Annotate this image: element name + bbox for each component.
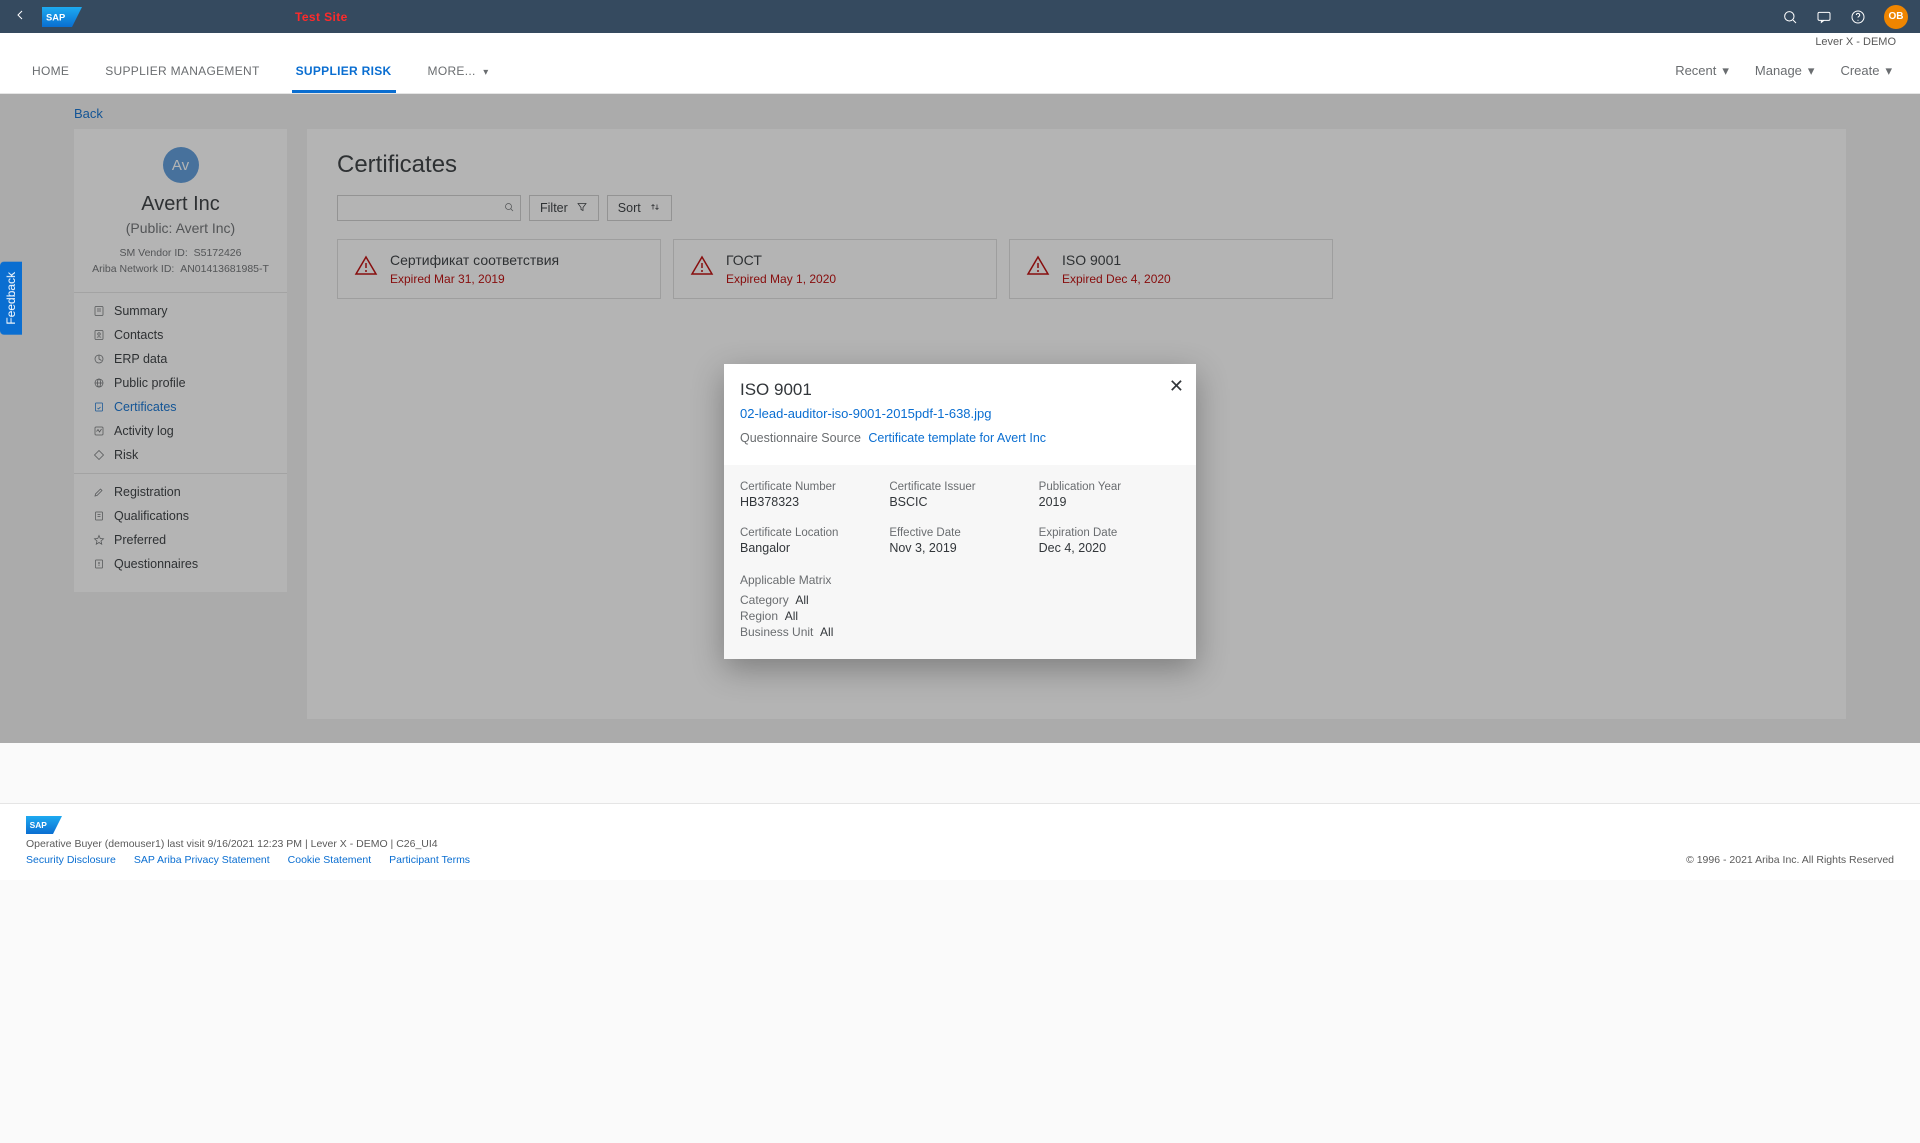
- tab-supplier-risk[interactable]: SUPPLIER RISK: [292, 50, 396, 92]
- main-tabs: HOME SUPPLIER MANAGEMENT SUPPLIER RISK M…: [0, 48, 1920, 94]
- close-icon[interactable]: ✕: [1169, 376, 1184, 397]
- search-icon[interactable]: [1782, 9, 1798, 25]
- menu-manage[interactable]: Manage▾: [1755, 63, 1815, 79]
- footer-link[interactable]: Cookie Statement: [288, 854, 371, 866]
- cert-number-value: HB378323: [740, 495, 881, 509]
- svg-text:SAP: SAP: [46, 12, 65, 22]
- questionnaire-source-link[interactable]: Certificate template for Avert Inc: [868, 431, 1046, 445]
- questionnaire-source-label: Questionnaire Source: [740, 431, 861, 445]
- matrix-category-value: All: [795, 593, 808, 607]
- svg-text:SAP: SAP: [30, 820, 48, 830]
- chevron-down-icon: ▾: [1722, 63, 1729, 79]
- footer: SAP Operative Buyer (demouser1) last vis…: [0, 803, 1920, 880]
- user-avatar[interactable]: OB: [1884, 5, 1908, 29]
- cert-location-value: Bangalor: [740, 541, 881, 555]
- applicable-matrix-title: Applicable Matrix: [740, 573, 1180, 587]
- certificate-dialog: ✕ ISO 9001 02-lead-auditor-iso-9001-2015…: [724, 364, 1196, 659]
- messages-icon[interactable]: [1816, 9, 1832, 25]
- cert-expiration-value: Dec 4, 2020: [1039, 541, 1180, 555]
- attachment-link[interactable]: 02-lead-auditor-iso-9001-2015pdf-1-638.j…: [740, 406, 992, 421]
- chevron-down-icon: ▾: [1808, 63, 1815, 79]
- session-info: Operative Buyer (demouser1) last visit 9…: [26, 838, 1894, 850]
- chevron-down-icon: ▾: [483, 67, 488, 78]
- menu-recent[interactable]: Recent▾: [1675, 63, 1729, 79]
- cert-effective-value: Nov 3, 2019: [889, 541, 1030, 555]
- tab-more[interactable]: MORE... ▾: [424, 50, 493, 92]
- footer-link[interactable]: Security Disclosure: [26, 854, 116, 866]
- sap-logo: SAP: [42, 7, 82, 27]
- nav-back-icon[interactable]: [12, 7, 28, 26]
- menu-create[interactable]: Create▾: [1840, 63, 1892, 79]
- dialog-title: ISO 9001: [740, 380, 1180, 400]
- chevron-down-icon: ▾: [1885, 63, 1892, 79]
- feedback-tab[interactable]: Feedback: [0, 262, 22, 335]
- cert-issuer-value: BSCIC: [889, 495, 1030, 509]
- tab-supplier-management[interactable]: SUPPLIER MANAGEMENT: [101, 50, 263, 92]
- cert-pubyear-value: 2019: [1039, 495, 1180, 509]
- matrix-bu-value: All: [820, 625, 833, 639]
- tab-home[interactable]: HOME: [28, 50, 73, 92]
- sap-logo-footer: SAP: [26, 816, 1894, 834]
- footer-link[interactable]: SAP Ariba Privacy Statement: [134, 854, 270, 866]
- tab-more-label: MORE...: [428, 64, 476, 78]
- copyright: © 1996 - 2021 Ariba Inc. All Rights Rese…: [1686, 854, 1894, 866]
- shell-bar: SAP Test Site OB: [0, 0, 1920, 33]
- footer-link[interactable]: Participant Terms: [389, 854, 470, 866]
- page-body: Back Av Avert Inc (Public: Avert Inc) SM…: [0, 94, 1920, 743]
- test-site-label: Test Site: [295, 10, 348, 24]
- matrix-region-value: All: [785, 609, 798, 623]
- realm-label: Lever X - DEMO: [0, 33, 1920, 48]
- help-icon[interactable]: [1850, 9, 1866, 25]
